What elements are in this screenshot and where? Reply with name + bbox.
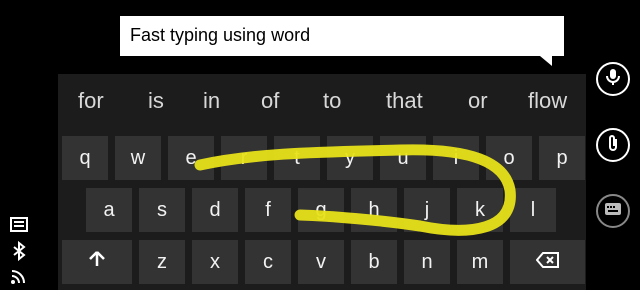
key-c[interactable]: c	[245, 240, 291, 284]
suggestion-flow[interactable]: flow	[528, 88, 567, 114]
key-s[interactable]: s	[139, 188, 185, 232]
key-b[interactable]: b	[351, 240, 397, 284]
key-e[interactable]: e	[168, 136, 214, 180]
key-k[interactable]: k	[457, 188, 503, 232]
key-g[interactable]: g	[298, 188, 344, 232]
paperclip-icon	[604, 134, 622, 157]
key-h[interactable]: h	[351, 188, 397, 232]
key-w[interactable]: w	[115, 136, 161, 180]
key-x[interactable]: x	[192, 240, 238, 284]
suggestion-for[interactable]: for	[78, 88, 104, 114]
message-text: Fast typing using word	[130, 25, 311, 45]
key-a[interactable]: a	[86, 188, 132, 232]
microphone-button[interactable]	[596, 62, 630, 96]
shift-key[interactable]	[62, 240, 132, 284]
suggestion-of[interactable]: of	[261, 88, 279, 114]
microphone-icon	[604, 68, 622, 91]
key-y[interactable]: y	[327, 136, 373, 180]
wifi-icon	[8, 264, 30, 286]
key-d[interactable]: d	[192, 188, 238, 232]
message-icon	[8, 214, 30, 236]
status-sidebar	[0, 0, 40, 290]
suggestion-to[interactable]: to	[323, 88, 341, 114]
message-input[interactable]: Fast typing using word	[120, 16, 564, 66]
key-o[interactable]: o	[486, 136, 532, 180]
key-u[interactable]: u	[380, 136, 426, 180]
suggestion-bar: for is in of to that or flow	[58, 74, 586, 130]
up-arrow-icon	[88, 250, 106, 274]
backspace-key[interactable]	[510, 240, 585, 284]
key-q[interactable]: q	[62, 136, 108, 180]
backspace-icon	[535, 251, 560, 274]
key-v[interactable]: v	[298, 240, 344, 284]
emoji-keyboard-icon	[604, 200, 622, 223]
suggestion-or[interactable]: or	[468, 88, 488, 114]
suggestion-that[interactable]: that	[386, 88, 423, 114]
emoji-button[interactable]	[596, 194, 630, 228]
key-l[interactable]: l	[510, 188, 556, 232]
key-z[interactable]: z	[139, 240, 185, 284]
key-n[interactable]: n	[404, 240, 450, 284]
bubble-tail	[540, 56, 552, 66]
key-m[interactable]: m	[457, 240, 503, 284]
key-r[interactable]: r	[221, 136, 267, 180]
suggestion-in[interactable]: in	[203, 88, 220, 114]
suggestion-is[interactable]: is	[148, 88, 164, 114]
attach-button[interactable]	[596, 128, 630, 162]
key-j[interactable]: j	[404, 188, 450, 232]
key-i[interactable]: i	[433, 136, 479, 180]
bluetooth-icon	[8, 240, 30, 262]
key-t[interactable]: t	[274, 136, 320, 180]
key-p[interactable]: p	[539, 136, 585, 180]
key-f[interactable]: f	[245, 188, 291, 232]
